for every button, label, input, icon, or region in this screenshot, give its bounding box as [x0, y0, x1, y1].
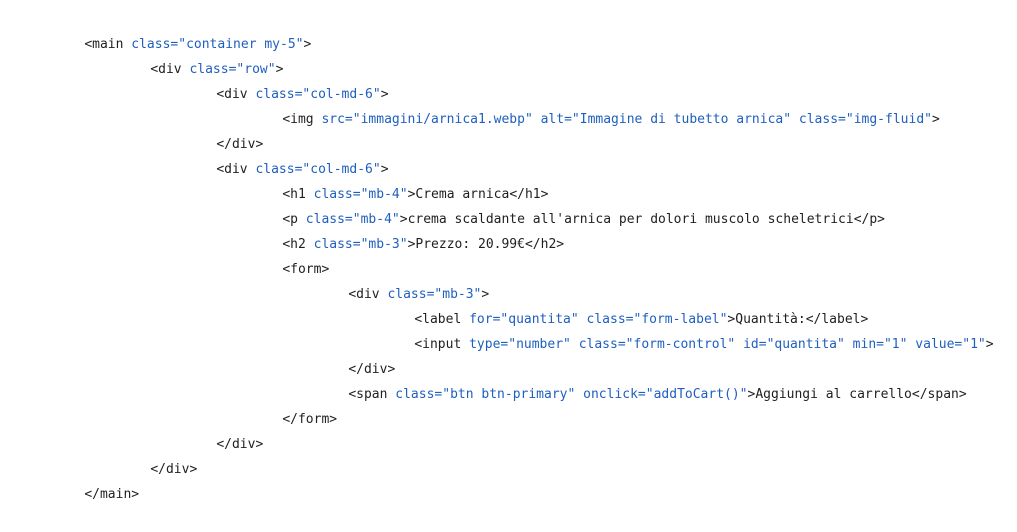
- code-line-label: <label for="quantita" class="form-label"…: [0, 282, 1017, 327]
- code-view: <main class="container my-5"> <div class…: [0, 0, 1017, 502]
- code-line-img: <img src="immagini/arnica1.webp" alt="Im…: [0, 82, 1017, 127]
- code-line-h2: <h2 class="mb-3">Prezzo: 20.99€</h2>: [0, 207, 1017, 252]
- code-line-form-open: <form>: [0, 232, 1017, 277]
- code-line-span: <span class="btn btn-primary" onclick="a…: [0, 357, 1017, 402]
- code-line-mb3-open: <div class="mb-3">: [0, 257, 1017, 302]
- code-line-main-open: <main class="container my-5">: [0, 7, 1017, 52]
- code-line-h1: <h1 class="mb-4">Crema arnica</h1>: [0, 157, 1017, 202]
- code-line-mb3-close: </div>: [0, 332, 1017, 377]
- code-line-col-open-2: <div class="col-md-6">: [0, 132, 1017, 177]
- code-line-col-open: <div class="col-md-6">: [0, 57, 1017, 102]
- code-line-row-open: <div class="row">: [0, 32, 1017, 77]
- code-line-p: <p class="mb-4">crema scaldante all'arni…: [0, 182, 1017, 227]
- code-line-main-close: </main>: [0, 457, 1017, 502]
- code-token: </main>: [84, 487, 140, 502]
- code-line-col-close: </div>: [0, 107, 1017, 152]
- code-line-col-close-2: </div>: [0, 407, 1017, 452]
- code-line-input: <input type="number" class="form-control…: [0, 307, 1017, 352]
- code-line-form-close: </form>: [0, 382, 1017, 427]
- code-line-row-close: </div>: [0, 432, 1017, 477]
